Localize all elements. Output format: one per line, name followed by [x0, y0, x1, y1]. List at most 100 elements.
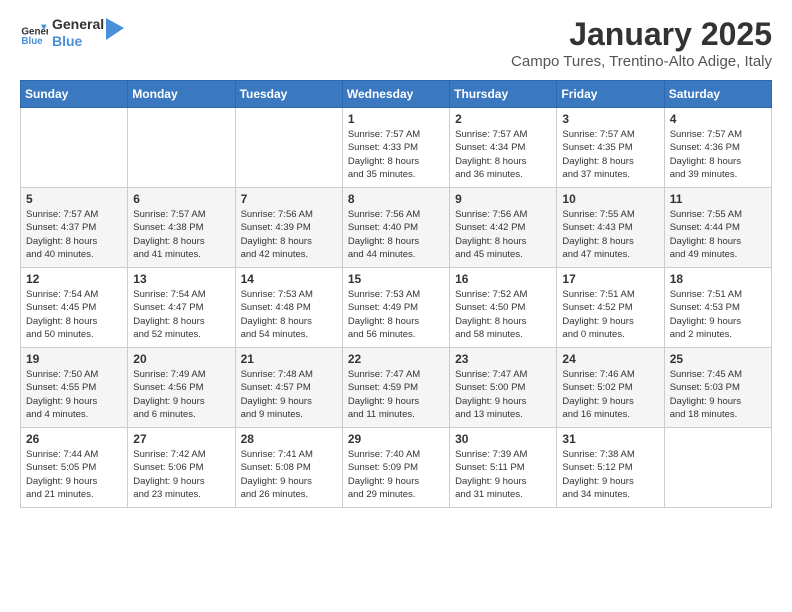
calendar-cell: 22Sunrise: 7:47 AM Sunset: 4:59 PM Dayli…: [342, 348, 449, 428]
day-info: Sunrise: 7:49 AM Sunset: 4:56 PM Dayligh…: [133, 368, 229, 421]
day-number: 8: [348, 192, 444, 206]
calendar-cell: 31 Sunrise: 7:38 AM Sunset: 5:12 PM Dayli…: [557, 428, 664, 508]
calendar-cell: 2Sunrise: 7:57 AM Sunset: 4:34 PM Daylig…: [450, 108, 557, 188]
logo-icon: General Blue: [20, 19, 48, 47]
day-number: 4: [670, 112, 766, 126]
day-number: 5: [26, 192, 122, 206]
calendar-cell: 3 Sunrise: 7:57 AM Sunset: 4:35 PM Daylig…: [557, 108, 664, 188]
calendar-cell: 5 Sunrise: 7:57 AM Sunset: 4:37 PM Daylig…: [21, 188, 128, 268]
calendar-cell: 21Sunrise: 7:48 AM Sunset: 4:57 PM Dayli…: [235, 348, 342, 428]
day-info: Sunrise: 7:53 AM Sunset: 4:48 PM Dayligh…: [241, 288, 337, 341]
logo-triangle-icon: [106, 18, 124, 40]
col-header-sunday: Sunday: [21, 81, 128, 108]
calendar-title: January 2025: [511, 16, 772, 53]
calendar-cell: 24 Sunrise: 7:46 AM Sunset: 5:02 PM Dayli…: [557, 348, 664, 428]
day-number: 27: [133, 432, 229, 446]
day-number: 7: [241, 192, 337, 206]
calendar-cell: 27 Sunrise: 7:42 AM Sunset: 5:06 PM Dayli…: [128, 428, 235, 508]
day-number: 13: [133, 272, 229, 286]
calendar-cell: 23 Sunrise: 7:47 AM Sunset: 5:00 PM Dayli…: [450, 348, 557, 428]
day-number: 20: [133, 352, 229, 366]
day-info: Sunrise: 7:45 AM Sunset: 5:03 PM Dayligh…: [670, 368, 766, 421]
calendar-cell: [235, 108, 342, 188]
day-info: Sunrise: 7:57 AM Sunset: 4:36 PM Dayligh…: [670, 128, 766, 181]
calendar-week-row: 12 Sunrise: 7:54 AM Sunset: 4:45 PM Dayli…: [21, 268, 772, 348]
calendar-cell: 4 Sunrise: 7:57 AM Sunset: 4:36 PM Daylig…: [664, 108, 771, 188]
day-number: 11: [670, 192, 766, 206]
day-number: 29: [348, 432, 444, 446]
calendar-cell: 8 Sunrise: 7:56 AM Sunset: 4:40 PM Daylig…: [342, 188, 449, 268]
day-number: 19: [26, 352, 122, 366]
day-number: 14: [241, 272, 337, 286]
logo: General Blue General Blue: [20, 16, 124, 50]
day-number: 10: [562, 192, 658, 206]
col-header-monday: Monday: [128, 81, 235, 108]
day-number: 17: [562, 272, 658, 286]
day-info: Sunrise: 7:53 AM Sunset: 4:49 PM Dayligh…: [348, 288, 444, 341]
day-number: 23: [455, 352, 551, 366]
calendar-week-row: 19 Sunrise: 7:50 AM Sunset: 4:55 PM Dayli…: [21, 348, 772, 428]
calendar-header-row: SundayMondayTuesdayWednesdayThursdayFrid…: [21, 81, 772, 108]
day-info: Sunrise: 7:57 AM Sunset: 4:37 PM Dayligh…: [26, 208, 122, 261]
header: General Blue General Blue January 2025 C…: [20, 16, 772, 70]
day-number: 15: [348, 272, 444, 286]
day-number: 1: [348, 112, 444, 126]
day-number: 30: [455, 432, 551, 446]
day-info: Sunrise: 7:50 AM Sunset: 4:55 PM Dayligh…: [26, 368, 122, 421]
day-info: Sunrise: 7:57 AM Sunset: 4:34 PM Dayligh…: [455, 128, 551, 181]
day-number: 3: [562, 112, 658, 126]
day-info: Sunrise: 7:42 AM Sunset: 5:06 PM Dayligh…: [133, 448, 229, 501]
day-number: 12: [26, 272, 122, 286]
calendar-cell: [128, 108, 235, 188]
calendar-cell: 6Sunrise: 7:57 AM Sunset: 4:38 PM Daylig…: [128, 188, 235, 268]
day-number: 31: [562, 432, 658, 446]
calendar-cell: 7 Sunrise: 7:56 AM Sunset: 4:39 PM Daylig…: [235, 188, 342, 268]
day-info: Sunrise: 7:47 AM Sunset: 5:00 PM Dayligh…: [455, 368, 551, 421]
day-info: Sunrise: 7:55 AM Sunset: 4:44 PM Dayligh…: [670, 208, 766, 261]
col-header-tuesday: Tuesday: [235, 81, 342, 108]
calendar-cell: 26 Sunrise: 7:44 AM Sunset: 5:05 PM Dayli…: [21, 428, 128, 508]
calendar-cell: 17 Sunrise: 7:51 AM Sunset: 4:52 PM Dayli…: [557, 268, 664, 348]
calendar-cell: [664, 428, 771, 508]
day-info: Sunrise: 7:54 AM Sunset: 4:45 PM Dayligh…: [26, 288, 122, 341]
day-info: Sunrise: 7:54 AM Sunset: 4:47 PM Dayligh…: [133, 288, 229, 341]
calendar-cell: 13 Sunrise: 7:54 AM Sunset: 4:47 PM Dayli…: [128, 268, 235, 348]
day-info: Sunrise: 7:56 AM Sunset: 4:39 PM Dayligh…: [241, 208, 337, 261]
day-info: Sunrise: 7:38 AM Sunset: 5:12 PM Dayligh…: [562, 448, 658, 501]
day-number: 9: [455, 192, 551, 206]
calendar-cell: 25 Sunrise: 7:45 AM Sunset: 5:03 PM Dayli…: [664, 348, 771, 428]
col-header-saturday: Saturday: [664, 81, 771, 108]
day-info: Sunrise: 7:44 AM Sunset: 5:05 PM Dayligh…: [26, 448, 122, 501]
day-number: 6: [133, 192, 229, 206]
calendar-cell: 9 Sunrise: 7:56 AM Sunset: 4:42 PM Daylig…: [450, 188, 557, 268]
day-number: 24: [562, 352, 658, 366]
calendar-cell: 11 Sunrise: 7:55 AM Sunset: 4:44 PM Dayli…: [664, 188, 771, 268]
calendar-table: SundayMondayTuesdayWednesdayThursdayFrid…: [20, 80, 772, 508]
day-number: 18: [670, 272, 766, 286]
calendar-cell: 19 Sunrise: 7:50 AM Sunset: 4:55 PM Dayli…: [21, 348, 128, 428]
calendar-cell: 10 Sunrise: 7:55 AM Sunset: 4:43 PM Dayli…: [557, 188, 664, 268]
day-info: Sunrise: 7:51 AM Sunset: 4:52 PM Dayligh…: [562, 288, 658, 341]
day-number: 21: [241, 352, 337, 366]
day-info: Sunrise: 7:57 AM Sunset: 4:35 PM Dayligh…: [562, 128, 658, 181]
day-info: Sunrise: 7:47 AM Sunset: 4:59 PM Dayligh…: [348, 368, 444, 421]
day-info: Sunrise: 7:46 AM Sunset: 5:02 PM Dayligh…: [562, 368, 658, 421]
day-number: 25: [670, 352, 766, 366]
day-info: Sunrise: 7:55 AM Sunset: 4:43 PM Dayligh…: [562, 208, 658, 261]
calendar-cell: 28Sunrise: 7:41 AM Sunset: 5:08 PM Dayli…: [235, 428, 342, 508]
day-info: Sunrise: 7:56 AM Sunset: 4:40 PM Dayligh…: [348, 208, 444, 261]
title-area: January 2025 Campo Tures, Trentino-Alto …: [511, 16, 772, 70]
calendar-cell: 29 Sunrise: 7:40 AM Sunset: 5:09 PM Dayli…: [342, 428, 449, 508]
calendar-week-row: 1Sunrise: 7:57 AM Sunset: 4:33 PM Daylig…: [21, 108, 772, 188]
day-info: Sunrise: 7:56 AM Sunset: 4:42 PM Dayligh…: [455, 208, 551, 261]
svg-text:Blue: Blue: [21, 36, 43, 47]
day-number: 26: [26, 432, 122, 446]
day-number: 16: [455, 272, 551, 286]
logo-general: General: [52, 16, 104, 33]
calendar-cell: 20 Sunrise: 7:49 AM Sunset: 4:56 PM Dayli…: [128, 348, 235, 428]
day-info: Sunrise: 7:39 AM Sunset: 5:11 PM Dayligh…: [455, 448, 551, 501]
day-info: Sunrise: 7:40 AM Sunset: 5:09 PM Dayligh…: [348, 448, 444, 501]
col-header-thursday: Thursday: [450, 81, 557, 108]
logo-blue: Blue: [52, 33, 104, 50]
calendar-cell: 14 Sunrise: 7:53 AM Sunset: 4:48 PM Dayli…: [235, 268, 342, 348]
